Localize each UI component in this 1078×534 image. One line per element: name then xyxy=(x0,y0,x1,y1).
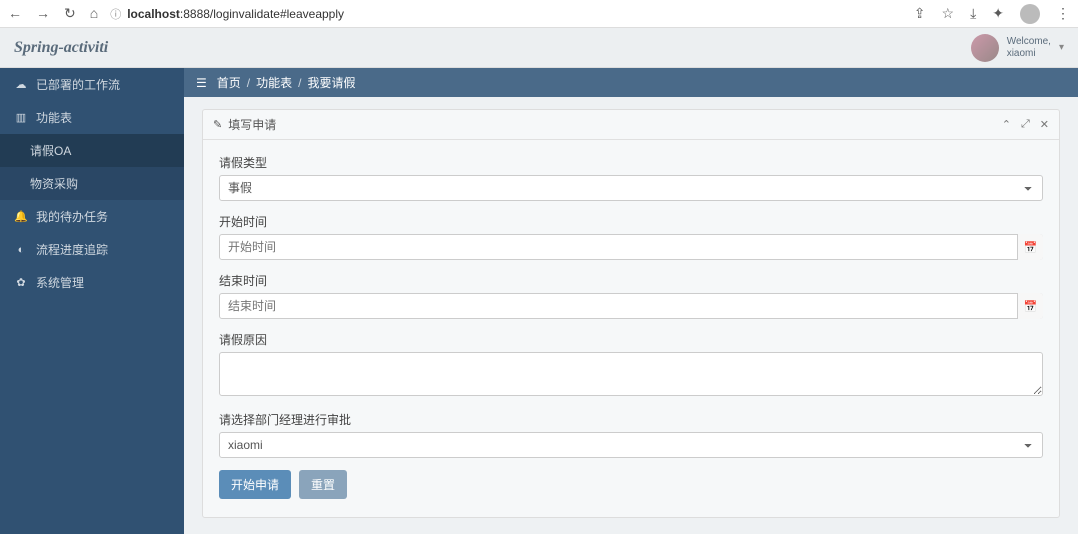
sidebar: ☁ 已部署的工作流 ▥ 功能表 请假OA 物资采购 🔔 我的待办任务 ◐ 流程进… xyxy=(0,68,184,534)
url-host: localhost xyxy=(127,7,180,21)
breadcrumb-page: 我要请假 xyxy=(307,74,355,91)
pencil-icon: ✎ xyxy=(213,118,222,131)
sidebar-item-leave-oa[interactable]: 请假OA xyxy=(0,134,184,167)
end-time-label: 结束时间 xyxy=(219,272,1043,289)
sidebar-item-process-tracking[interactable]: ◐ 流程进度追踪 xyxy=(0,233,184,266)
approver-label: 请选择部门经理进行审批 xyxy=(219,411,1043,428)
calendar-icon[interactable]: 📅 xyxy=(1017,293,1043,319)
sidebar-item-label: 功能表 xyxy=(36,109,72,126)
chart-icon: ▥ xyxy=(14,111,28,124)
reset-button[interactable]: 重置 xyxy=(299,470,347,499)
leave-type-select[interactable]: 事假 xyxy=(219,175,1043,201)
extensions-icon[interactable]: ✦ xyxy=(992,5,1004,22)
collapse-icon[interactable]: ⌃ xyxy=(1002,118,1011,131)
welcome-label: Welcome, xyxy=(1007,36,1051,48)
approver-select[interactable]: xiaomi xyxy=(219,432,1043,458)
sidebar-item-label: 物资采购 xyxy=(30,175,78,192)
home-icon[interactable]: ⌂ xyxy=(90,5,98,22)
sidebar-item-label: 请假OA xyxy=(30,142,71,159)
browser-address-bar: ← → ↻ ⌂ ⓘ localhost:8888/loginvalidate#l… xyxy=(0,0,1078,28)
end-time-input[interactable] xyxy=(219,293,1043,319)
reason-textarea[interactable] xyxy=(219,352,1043,396)
breadcrumb-separator: / xyxy=(298,76,301,90)
sidebar-item-material-purchase[interactable]: 物资采购 xyxy=(0,167,184,200)
user-menu[interactable]: Welcome, xiaomi ▾ xyxy=(971,34,1064,62)
back-icon[interactable]: ← xyxy=(8,5,22,22)
form-panel: ✎ 填写申请 ⌃ ⤢ ✕ 请假类型 事假 xyxy=(202,109,1060,518)
dashboard-icon: ◐ xyxy=(14,244,28,256)
calendar-icon[interactable]: 📅 xyxy=(1017,234,1043,260)
breadcrumb-separator: / xyxy=(247,76,250,90)
sidebar-item-functions[interactable]: ▥ 功能表 xyxy=(0,101,184,134)
bell-icon: 🔔 xyxy=(14,210,28,223)
url-path: :8888/loginvalidate#leaveapply xyxy=(180,7,344,21)
submit-button[interactable]: 开始申请 xyxy=(219,470,291,499)
panel-title: 填写申请 xyxy=(228,116,276,133)
sidebar-item-label: 已部署的工作流 xyxy=(36,76,120,93)
chevron-down-icon: ▾ xyxy=(1059,42,1064,53)
breadcrumb-home[interactable]: 首页 xyxy=(217,74,241,91)
start-time-label: 开始时间 xyxy=(219,213,1043,230)
sidebar-item-deployed-workflows[interactable]: ☁ 已部署的工作流 xyxy=(0,68,184,101)
profile-avatar-icon[interactable] xyxy=(1020,4,1040,24)
expand-icon[interactable]: ⤢ xyxy=(1021,118,1030,131)
download-icon[interactable]: ⤓ xyxy=(970,5,976,22)
info-icon: ⓘ xyxy=(110,6,121,22)
app-header: Spring-activiti Welcome, xiaomi ▾ xyxy=(0,28,1078,68)
url-input[interactable]: ⓘ localhost:8888/loginvalidate#leaveappl… xyxy=(110,6,902,22)
gear-icon: ✿ xyxy=(14,276,28,289)
bars-icon[interactable]: ☰ xyxy=(196,76,207,90)
sidebar-item-my-tasks[interactable]: 🔔 我的待办任务 xyxy=(0,200,184,233)
user-avatar-icon xyxy=(971,34,999,62)
reload-icon[interactable]: ↻ xyxy=(64,5,76,22)
breadcrumb-section[interactable]: 功能表 xyxy=(256,74,292,91)
brand-logo: Spring-activiti xyxy=(14,39,108,57)
share-icon[interactable]: ⇪ xyxy=(914,5,926,22)
start-time-input[interactable] xyxy=(219,234,1043,260)
username-label: xiaomi xyxy=(1007,48,1051,60)
close-icon[interactable]: ✕ xyxy=(1040,118,1049,131)
menu-icon[interactable]: ⋮ xyxy=(1056,5,1070,22)
sidebar-item-label: 流程进度追踪 xyxy=(36,241,108,258)
sidebar-item-label: 系统管理 xyxy=(36,274,84,291)
breadcrumb: ☰ 首页 / 功能表 / 我要请假 xyxy=(184,68,1078,97)
leave-type-label: 请假类型 xyxy=(219,154,1043,171)
sidebar-item-label: 我的待办任务 xyxy=(36,208,108,225)
cloud-icon: ☁ xyxy=(14,78,28,91)
forward-icon[interactable]: → xyxy=(36,5,50,22)
reason-label: 请假原因 xyxy=(219,331,1043,348)
main-content: ☰ 首页 / 功能表 / 我要请假 ✎ 填写申请 ⌃ ⤢ ✕ xyxy=(184,68,1078,534)
star-icon[interactable]: ☆ xyxy=(942,5,955,22)
sidebar-item-system-management[interactable]: ✿ 系统管理 xyxy=(0,266,184,299)
